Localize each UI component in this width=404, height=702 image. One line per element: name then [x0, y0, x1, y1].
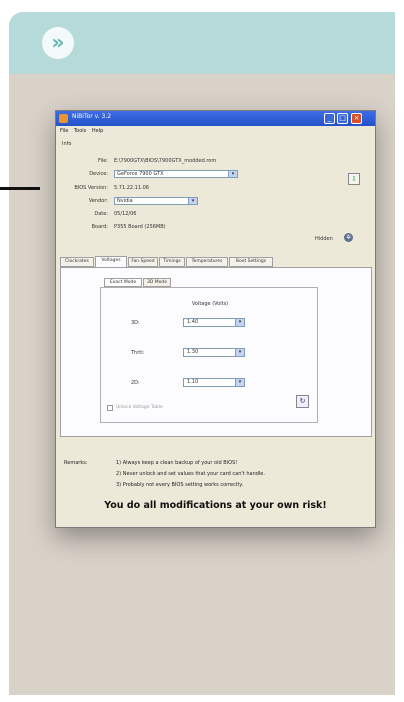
maximize-button[interactable]: □ — [337, 113, 348, 124]
tab-boot-settings[interactable]: Boot Settings — [229, 257, 273, 267]
chevrons-right-icon: » — [42, 27, 74, 59]
voltage-3d-value: 1.40 — [187, 319, 199, 325]
remark-line-3: 3) Probably not every BIOS setting works… — [116, 482, 244, 488]
vendor-label: Vendor: — [88, 198, 108, 204]
app-icon — [59, 114, 68, 123]
voltage-header: Voltage (Volts) — [191, 301, 229, 307]
close-button[interactable]: × — [351, 113, 362, 124]
bios-version-value: 5.71.22.11.06 — [114, 185, 149, 191]
voltage-2d-label: 2D: — [131, 380, 140, 386]
chevron-down-icon: ▾ — [188, 198, 197, 204]
vendor-value: Nvidia — [117, 198, 133, 204]
voltage-2d-value: 1.10 — [187, 379, 199, 385]
board-value: P355 Board (256MB) — [114, 224, 166, 230]
voltage-3d-label: 3D: — [131, 320, 140, 326]
vendor-select[interactable]: Nvidia ▾ — [114, 197, 198, 205]
device-label: Device: — [89, 171, 108, 177]
leader-line — [0, 187, 40, 190]
save-icon[interactable]: ⇩ — [348, 173, 360, 185]
voltage-thrtl-value: 1.30 — [187, 349, 199, 355]
device-select[interactable]: GeForce 7900 GTX ▾ — [114, 170, 238, 178]
bios-version-label: BIOS Version: — [74, 185, 108, 191]
settings-icon[interactable]: ✲ — [344, 233, 353, 242]
tab-timings[interactable]: Timings — [159, 257, 185, 267]
panel-header-bar: » — [9, 12, 395, 74]
remark-line-1: 1) Always keep a clean backup of your ol… — [116, 460, 238, 466]
voltage-thrtl-select[interactable]: 1.30 ▾ — [183, 348, 245, 357]
tab-temperatures[interactable]: Temperatures — [186, 257, 228, 267]
subtab-3d-mode[interactable]: 3D Mode — [143, 278, 171, 287]
unlock-voltage-label: Unlock Voltage Table — [116, 405, 163, 410]
risk-warning: You do all modifications at your own ris… — [104, 500, 327, 511]
hidden-label: Hidden — [315, 236, 333, 242]
refresh-icon[interactable]: ↻ — [296, 395, 309, 408]
chevron-down-icon: ▾ — [228, 171, 237, 177]
device-value: GeForce 7900 GTX — [117, 171, 164, 177]
menu-help[interactable]: Help — [92, 128, 103, 134]
window-title: NiBiTor v. 3.2 — [72, 113, 112, 120]
nibitor-window: NiBiTor v. 3.2 _ □ × File Tools Help Inf… — [55, 110, 376, 528]
info-group-label: Info — [62, 141, 72, 147]
voltage-panel: Voltage (Volts) 3D: 1.40 ▾ Thrtl: 1.30 ▾ 2… — [100, 287, 318, 423]
voltage-thrtl-label: Thrtl: — [131, 350, 145, 356]
board-label: Board: — [91, 224, 108, 230]
voltage-3d-select[interactable]: 1.40 ▾ — [183, 318, 245, 327]
tab-clockrates[interactable]: Clockrates — [60, 257, 94, 267]
file-label: File: — [97, 158, 108, 164]
chevron-down-icon: ▾ — [235, 379, 244, 386]
subtab-exact-mode[interactable]: Exact Mode — [104, 278, 142, 287]
file-path: E:\7900GTX\BIOS\7900GTX_modded.rom — [114, 158, 217, 164]
date-label: Date: — [94, 211, 108, 217]
menu-tools[interactable]: Tools — [74, 128, 86, 134]
remark-line-2: 2) Never unlock and set values that your… — [116, 471, 265, 477]
menu-file[interactable]: File — [60, 128, 68, 134]
menu-bar: File Tools Help — [56, 126, 375, 136]
title-bar[interactable]: NiBiTor v. 3.2 _ □ × — [56, 111, 375, 126]
tab-fan-speed[interactable]: Fan Speed — [128, 257, 158, 267]
chevron-down-icon: ▾ — [235, 319, 244, 326]
minimize-button[interactable]: _ — [324, 113, 335, 124]
remarks-label: Remarks: — [64, 460, 88, 466]
voltage-2d-select[interactable]: 1.10 ▾ — [183, 378, 245, 387]
chevron-down-icon: ▾ — [235, 349, 244, 356]
unlock-voltage-checkbox[interactable] — [107, 405, 113, 411]
date-value: 05/12/06 — [114, 211, 137, 217]
